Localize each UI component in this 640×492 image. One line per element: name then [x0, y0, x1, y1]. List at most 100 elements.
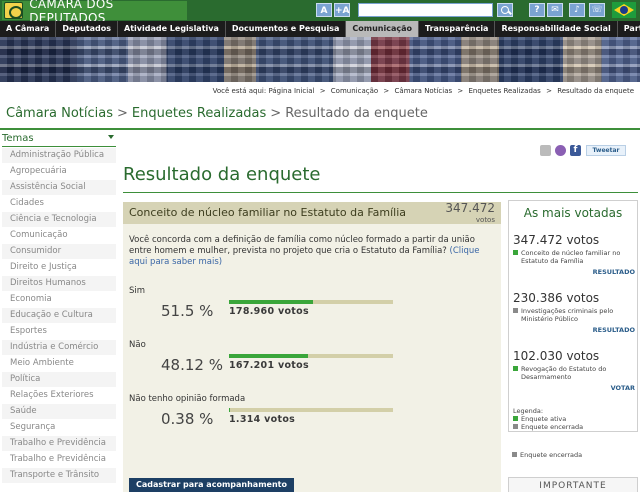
option-bar — [229, 354, 393, 358]
nav-atividade-legislativa[interactable]: Atividade Legislativa — [118, 21, 226, 37]
poll-question: Conceito de núcleo familiar no Estatuto … — [129, 206, 406, 219]
temas-list: Administração Pública Agropecuária Assis… — [2, 148, 116, 484]
poll-header: Conceito de núcleo familiar no Estatuto … — [123, 202, 501, 224]
nav-responsabilidade-social[interactable]: Responsabilidade Social — [495, 21, 618, 37]
facebook-share-icon[interactable]: f — [570, 145, 581, 156]
breadcrumb-item[interactable]: Comunicação — [331, 87, 378, 95]
emblem-icon — [4, 2, 24, 19]
sidebar-item[interactable]: Segurança — [2, 420, 116, 436]
closed-square-icon — [512, 452, 517, 457]
section-current: Resultado da enquete — [285, 106, 428, 121]
breadcrumb-item[interactable]: Página Inicial — [268, 87, 314, 95]
breadcrumb-item[interactable]: Enquetes Realizadas — [468, 87, 540, 95]
sidebar-item[interactable]: Economia — [2, 292, 116, 308]
section-separator: > — [117, 106, 128, 121]
entry-description: Revogação do Estatuto do Desarmamento — [513, 365, 635, 381]
poll-total-label: votos — [475, 216, 495, 224]
sidebar-item[interactable]: Trabalho e Previdência — [2, 452, 116, 468]
importante-box-title: IMPORTANTE — [508, 477, 638, 492]
entry-desc-text: Conceito de núcleo familiar no Estatuto … — [521, 249, 621, 265]
section-link-camara-noticias[interactable]: Câmara Notícias — [6, 106, 113, 121]
entry-description: Investigações criminais pelo Ministério … — [513, 307, 635, 323]
breadcrumb-separator: > — [457, 87, 464, 95]
entry-votes: 347.472 votos — [513, 233, 600, 247]
entry-desc-text: Revogação do Estatuto do Desarmamento — [521, 365, 607, 381]
sidebar-item[interactable]: Trabalho e Previdência — [2, 436, 116, 452]
nav-transparencia[interactable]: Transparência — [419, 21, 496, 37]
breadcrumb-separator: > — [383, 87, 390, 95]
option-label: Não tenho opinião formada — [129, 394, 246, 404]
option-percent: 48.12 % — [161, 356, 223, 374]
legend-title: Legenda: — [513, 407, 544, 415]
nav-a-camara[interactable]: A Câmara — [0, 21, 57, 37]
search-icon[interactable] — [497, 3, 513, 17]
email-share-icon[interactable] — [540, 145, 551, 156]
temas-title: Temas — [2, 133, 34, 144]
sidebar-item[interactable]: Esportes — [2, 324, 116, 340]
breadcrumb-prefix: Você está aqui: — [212, 87, 267, 95]
orkut-share-icon[interactable] — [555, 145, 566, 156]
nav-participe[interactable]: Participe — [618, 21, 640, 37]
temas-dropdown[interactable]: Temas — [2, 133, 116, 147]
breadcrumb-item[interactable]: Câmara Notícias — [395, 87, 453, 95]
sidebar-item[interactable]: Direito e Justiça — [2, 260, 116, 276]
sidebar-item[interactable]: Meio Ambiente — [2, 356, 116, 372]
section-link-enquetes[interactable]: Enquetes Realizadas — [132, 106, 266, 121]
sidebar-item[interactable]: Ciência e Tecnologia — [2, 212, 116, 228]
entry-description: Conceito de núcleo familiar no Estatuto … — [513, 249, 635, 265]
breadcrumb-separator: > — [319, 87, 326, 95]
poll-total-number: 347.472 — [445, 201, 495, 215]
site-logo[interactable]: CÂMARA DOS DEPUTADOS — [2, 0, 187, 25]
brazil-flag-icon[interactable] — [612, 2, 636, 18]
status-square-icon — [513, 308, 518, 313]
poll-total-votes: 347.472 votos — [445, 202, 495, 226]
sidebar-item[interactable]: Comunicação — [2, 228, 116, 244]
tweet-button[interactable]: Tweetar — [586, 145, 626, 156]
phone-icon[interactable]: ☏ — [589, 3, 605, 17]
nav-comunicacao[interactable]: Comunicação — [346, 21, 419, 37]
help-icon[interactable]: ? — [529, 3, 545, 17]
sidebar-item[interactable]: Direitos Humanos — [2, 276, 116, 292]
sidebar-item[interactable]: Educação e Cultura — [2, 308, 116, 324]
poll-description: Você concorda com a definição de família… — [129, 235, 491, 268]
audio-icon[interactable]: ♪ — [569, 3, 585, 17]
option-votes: 1.314 votos — [229, 414, 296, 425]
sidebar-item[interactable]: Política — [2, 372, 116, 388]
legend-closed-label: Enquete encerrada — [521, 423, 584, 431]
mail-icon[interactable]: ✉ — [547, 3, 563, 17]
entry-result-link[interactable]: RESULTADO — [513, 326, 635, 334]
sidebar-item[interactable]: Indústria e Comércio — [2, 340, 116, 356]
nav-documentos-pesquisa[interactable]: Documentos e Pesquisa — [226, 21, 347, 37]
breadcrumb-separator: > — [546, 87, 552, 95]
font-decrease-button[interactable]: A — [316, 3, 332, 17]
legend-active: Enquete ativa — [513, 415, 583, 423]
sidebar-item[interactable]: Agropecuária — [2, 164, 116, 180]
subscribe-button[interactable]: Cadastrar para acompanhamento — [129, 478, 294, 492]
option-bar-fill — [229, 408, 230, 412]
legend-closed-repeat: Enquete encerrada — [512, 451, 582, 459]
sidebar-item[interactable]: Administração Pública — [2, 148, 116, 164]
page-title: Resultado da enquete — [123, 164, 321, 185]
most-voted-panel: As mais votadas 347.472 votos Conceito d… — [508, 200, 638, 492]
option-bar — [229, 300, 393, 304]
option-percent: 51.5 % — [161, 302, 214, 320]
top-bar: CÂMARA DOS DEPUTADOS A +A ? ✉ ♪ ☏ — [0, 0, 640, 25]
sidebar-item[interactable]: Assistência Social — [2, 180, 116, 196]
legend: Legenda: Enquete ativa Enquete encerrada — [513, 407, 583, 431]
sidebar-item[interactable]: Cidades — [2, 196, 116, 212]
nav-deputados[interactable]: Deputados — [56, 21, 119, 37]
font-increase-button[interactable]: +A — [334, 3, 350, 17]
entry-vote-link[interactable]: VOTAR — [513, 384, 635, 392]
search-input[interactable] — [358, 3, 493, 17]
sidebar-item[interactable]: Relações Exteriores — [2, 388, 116, 404]
sidebar-item[interactable]: Saúde — [2, 404, 116, 420]
sidebar-item[interactable]: Consumidor — [2, 244, 116, 260]
entry-desc-text: Investigações criminais pelo Ministério … — [521, 307, 614, 323]
option-percent: 0.38 % — [161, 410, 214, 428]
most-voted-entry: 230.386 votos Investigações criminais pe… — [513, 291, 635, 334]
entry-result-link[interactable]: RESULTADO — [513, 268, 635, 276]
sidebar-item[interactable]: Transporte e Trânsito — [2, 468, 116, 484]
breadcrumb: Você está aqui: Página Inicial > Comunic… — [213, 87, 634, 95]
entry-votes: 230.386 votos — [513, 291, 600, 305]
option-bar-fill — [229, 300, 314, 304]
